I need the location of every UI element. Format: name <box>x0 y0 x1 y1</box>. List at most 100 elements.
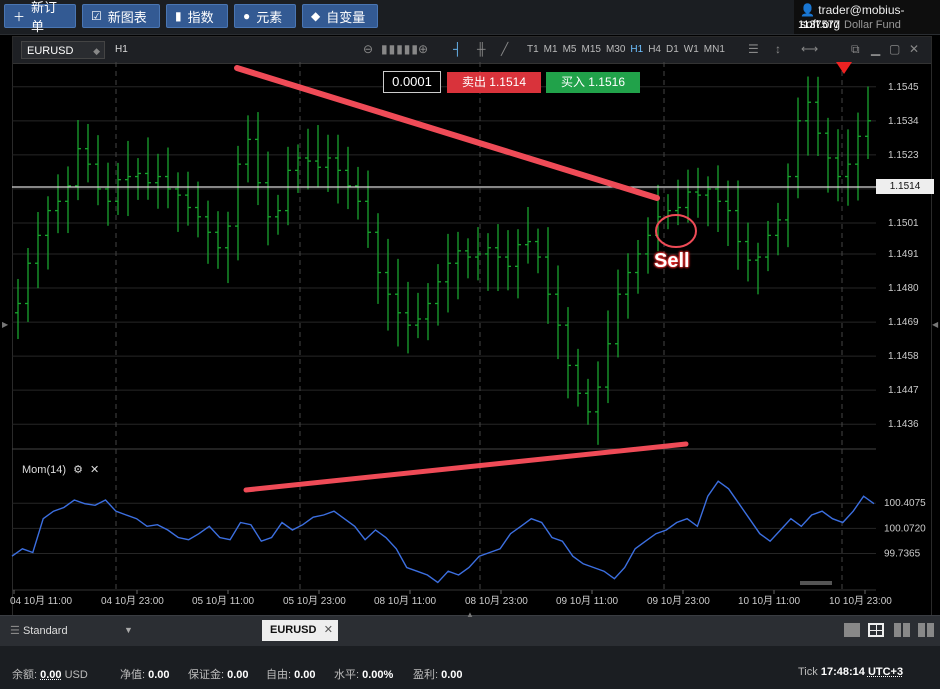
free-margin-stat: 自由: 0.00 <box>266 669 316 681</box>
price-bar <box>295 144 301 193</box>
price-bar <box>595 361 601 445</box>
time-tick-label: 10 10月 11:00 <box>738 595 801 607</box>
price-bar <box>725 180 731 247</box>
price-bar <box>755 242 761 295</box>
price-bar <box>415 292 421 339</box>
price-bar <box>275 194 281 235</box>
close-icon[interactable]: ✕ <box>87 464 99 476</box>
price-bar <box>585 378 591 425</box>
price-bar <box>375 213 381 304</box>
sell-annotation: Sell <box>654 250 690 272</box>
price-bar <box>445 233 451 313</box>
price-bar <box>605 310 611 404</box>
gear-icon[interactable]: ⚙ <box>70 464 83 476</box>
price-bar <box>315 125 321 188</box>
price-bar <box>145 137 151 200</box>
momentum-tick-label: 100.4075 <box>884 498 926 509</box>
spread-field[interactable]: 0.0001 <box>383 71 441 93</box>
margin-stat: 保证金: 0.00 <box>188 669 249 681</box>
layout-vertical-icon[interactable] <box>894 623 910 637</box>
price-bar <box>465 238 471 279</box>
current-bar-marker-icon <box>836 62 852 74</box>
price-bar <box>705 176 711 227</box>
price-bar <box>25 247 31 322</box>
price-bar <box>685 169 691 223</box>
layout-select[interactable]: ☰ Standard ▼ <box>10 624 133 637</box>
balance-stat: 余额: 0.00 USD <box>12 669 88 681</box>
price-bar <box>155 153 161 209</box>
price-bar <box>785 163 791 248</box>
price-tick-label: 1.1501 <box>888 218 919 229</box>
price-bar <box>105 162 111 226</box>
layout-split-icon[interactable] <box>918 623 934 637</box>
time-tick-label: 04 10月 23:00 <box>101 595 164 607</box>
price-bar <box>255 112 261 206</box>
price-bar <box>335 134 341 204</box>
price-bar <box>355 166 361 220</box>
price-tick-label: 1.1447 <box>888 385 919 396</box>
price-bar <box>615 269 621 358</box>
balance-value[interactable]: 0.00 <box>40 669 61 681</box>
time-tick-label: 09 10月 23:00 <box>647 595 710 607</box>
price-bar <box>395 258 401 347</box>
price-bar <box>225 211 231 284</box>
buy-button[interactable]: 买入 1.1516 <box>546 72 640 93</box>
time-tick-label: 05 10月 23:00 <box>283 595 346 607</box>
layout-single-icon[interactable] <box>844 623 860 637</box>
price-bar <box>835 129 841 202</box>
close-tab-icon[interactable]: ✕ <box>324 620 333 641</box>
price-bar <box>495 224 501 292</box>
momentum-tick-label: 99.7365 <box>884 549 921 560</box>
price-tick-label: 1.1480 <box>888 283 919 294</box>
price-bar <box>695 167 701 218</box>
price-bar <box>765 220 771 272</box>
time-tick-label: 08 10月 11:00 <box>374 595 437 607</box>
price-bar <box>325 134 331 192</box>
price-bar <box>665 194 671 230</box>
horizontal-scrollbar <box>800 581 832 585</box>
price-bar <box>715 165 721 233</box>
clock: Tick 17:48:14 UTC+3 <box>798 666 904 678</box>
price-tick-label: 1.1458 <box>888 351 919 362</box>
tab-eurusd[interactable]: EURUSD ✕ <box>262 620 338 641</box>
momentum-trendline <box>243 441 689 493</box>
price-bar <box>135 158 141 200</box>
collapse-arrow-icon[interactable]: ▲ <box>466 610 474 619</box>
price-bar <box>185 171 191 226</box>
price-bar <box>775 202 781 256</box>
price-tick-label: 1.1469 <box>888 317 919 328</box>
price-tick-label: 1.1545 <box>888 82 919 93</box>
price-bar <box>85 123 91 183</box>
price-bar <box>795 97 801 199</box>
price-bar <box>525 206 531 264</box>
price-bar <box>435 264 441 326</box>
price-bar <box>625 253 631 319</box>
price-bar <box>745 222 751 282</box>
time-value: 17:48:14 <box>820 666 865 678</box>
price-bar <box>425 283 431 341</box>
price-tick-label: 1.1523 <box>888 150 919 161</box>
menu-icon: ☰ <box>10 625 20 637</box>
sell-button[interactable]: 卖出 1.1514 <box>447 72 541 93</box>
price-bar <box>635 239 641 294</box>
price-bar <box>555 265 561 360</box>
chart-tab-bar: ☰ Standard ▼ EURUSD ✕ ▲ <box>0 610 940 646</box>
price-bar <box>565 307 571 399</box>
timezone-select[interactable]: UTC+3 <box>868 666 903 678</box>
price-bar <box>575 348 581 407</box>
price-bar <box>195 181 201 238</box>
profit-stat: 盈利: 0.00 <box>413 669 463 681</box>
price-bar <box>215 211 221 269</box>
price-bar <box>345 146 351 210</box>
price-bar <box>285 146 291 226</box>
price-bar <box>845 129 851 206</box>
time-tick-label: 05 10月 11:00 <box>192 595 255 607</box>
price-tick-label: 1.1491 <box>888 249 919 260</box>
price-bar <box>645 217 651 274</box>
time-tick-label: 10 10月 23:00 <box>829 595 892 607</box>
price-bar <box>125 140 131 217</box>
price-bar <box>815 76 821 157</box>
layout-grid-icon[interactable] <box>868 623 884 637</box>
price-bar <box>235 145 241 261</box>
price-bar <box>265 151 271 246</box>
